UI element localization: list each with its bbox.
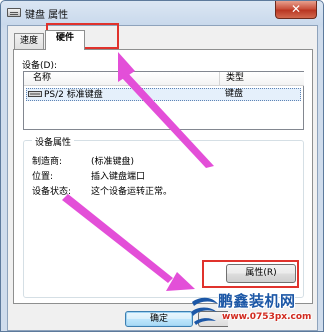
location-value: 插入键盘端口 <box>91 172 146 182</box>
close-icon: ✕ <box>290 2 302 16</box>
device-name-text: PS/2 标准键盘 <box>44 90 103 100</box>
title-bar[interactable]: 键盘 属性 ✕ <box>1 1 323 25</box>
column-header-name[interactable]: 名称 <box>24 72 220 86</box>
watermark: 鹏鑫装机网 www.0753px.com <box>188 288 324 332</box>
device-list[interactable]: 名称 类型 PS/2 标准键盘 键盘 <box>23 71 304 130</box>
tab-speed[interactable]: 速度 <box>14 33 44 49</box>
devices-label: 设备(D): <box>22 61 57 71</box>
device-status-value: 这个设备运转正常。 <box>91 187 173 197</box>
window-title: 键盘 属性 <box>25 10 69 21</box>
device-status-label: 设备状态: <box>32 187 72 197</box>
manufacturer-value: (标准键盘) <box>91 157 135 167</box>
watermark-title: 鹏鑫装机网 <box>218 292 296 310</box>
ok-button[interactable]: 确定 <box>125 311 193 327</box>
device-name: PS/2 标准键盘 <box>27 89 103 101</box>
dialog-client: 速度 硬件 设备(D): 名称 类型 PS/2 标准键盘 键盘 设备属性 制造商… <box>7 25 318 331</box>
keyboard-icon <box>28 91 42 97</box>
tab-hardware[interactable]: 硬件 <box>45 30 85 50</box>
location-label: 位置: <box>32 172 54 182</box>
properties-button[interactable]: 属性(R) <box>226 264 296 283</box>
watermark-url: www.0753px.com <box>222 312 312 322</box>
properties-window: 键盘 属性 ✕ 速度 硬件 设备(D): 名称 类型 PS/2 标准键盘 键盘 … <box>0 0 324 332</box>
tab-panel-hardware: 设备(D): 名称 类型 PS/2 标准键盘 键盘 设备属性 制造商: (标准键… <box>13 49 313 304</box>
manufacturer-label: 制造商: <box>32 157 63 167</box>
column-header-type[interactable]: 类型 <box>220 72 304 86</box>
keyboard-icon <box>7 8 21 17</box>
device-row[interactable]: PS/2 标准键盘 键盘 <box>26 88 301 101</box>
device-type: 键盘 <box>225 89 244 99</box>
close-button[interactable]: ✕ <box>275 1 317 19</box>
device-properties-title: 设备属性 <box>32 135 75 148</box>
swirl-logo-icon <box>191 297 218 325</box>
